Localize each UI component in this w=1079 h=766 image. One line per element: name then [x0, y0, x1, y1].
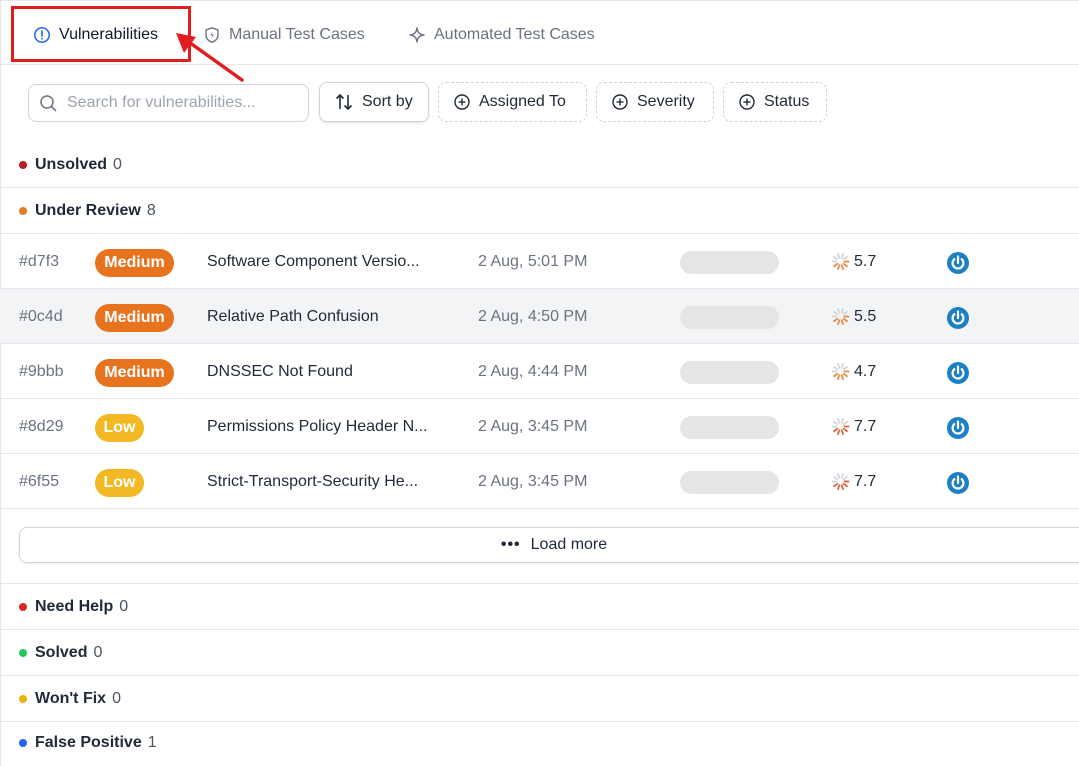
- score: 7.7: [831, 417, 876, 436]
- tab-label: Manual Test Cases: [229, 26, 365, 43]
- table-row[interactable]: #6f55 Low Strict-Transport-Security He..…: [0, 454, 1079, 509]
- filter-severity-button[interactable]: Severity: [596, 82, 714, 122]
- score-value: 5.7: [854, 252, 877, 270]
- assignee-placeholder[interactable]: [680, 251, 779, 274]
- severity-badge: Medium: [95, 359, 174, 387]
- vuln-id: #8d29: [19, 418, 64, 435]
- vuln-title[interactable]: Strict-Transport-Security He...: [207, 473, 443, 491]
- vuln-title[interactable]: Permissions Policy Header N...: [207, 418, 443, 436]
- table-row[interactable]: #9bbb Medium DNSSEC Not Found 2 Aug, 4:4…: [0, 344, 1079, 399]
- score-spinner-icon: [831, 472, 850, 491]
- score-value: 5.5: [854, 307, 877, 325]
- vuln-id: #d7f3: [19, 253, 60, 270]
- status-dot: [19, 206, 27, 215]
- plus-circle-icon: [739, 94, 755, 110]
- group-count: 0: [93, 643, 103, 661]
- group-count: 0: [113, 155, 122, 173]
- table-row[interactable]: #8d29 Low Permissions Policy Header N...…: [0, 399, 1079, 454]
- status-dot: [19, 739, 27, 747]
- search-input[interactable]: [65, 93, 299, 113]
- annotation-arrow: [176, 33, 244, 82]
- filter-label: Status: [764, 93, 810, 110]
- vuln-date: 2 Aug, 3:45 PM: [478, 473, 588, 490]
- power-icon[interactable]: [946, 306, 970, 335]
- plus-circle-icon: [612, 94, 628, 110]
- assignee-placeholder[interactable]: [680, 416, 779, 439]
- assignee-placeholder[interactable]: [680, 306, 779, 329]
- search-box[interactable]: [28, 84, 309, 122]
- group-unsolved[interactable]: Unsolved 0: [0, 142, 1079, 188]
- score-value: 7.7: [854, 472, 877, 490]
- score-value: 4.7: [854, 362, 877, 380]
- score: 4.7: [831, 362, 876, 381]
- assignee-placeholder[interactable]: [680, 361, 779, 384]
- more-horizontal-icon: •••: [500, 536, 521, 553]
- status-dot: [19, 694, 27, 703]
- power-icon[interactable]: [946, 471, 970, 500]
- table-row[interactable]: #d7f3 Medium Software Component Versio..…: [0, 234, 1079, 289]
- group-false-positive[interactable]: False Positive 1: [0, 720, 1079, 766]
- group-name: Need Help: [35, 597, 114, 615]
- assignee-placeholder[interactable]: [680, 471, 779, 494]
- vuln-id: #0c4d: [19, 308, 63, 325]
- group-name: Unsolved: [35, 155, 108, 173]
- vuln-date: 2 Aug, 3:45 PM: [478, 418, 588, 435]
- vuln-id: #9bbb: [19, 363, 64, 380]
- score-value: 7.7: [854, 417, 877, 435]
- group-count: 1: [147, 734, 157, 751]
- vuln-date: 2 Aug, 5:01 PM: [478, 253, 588, 270]
- load-more-label: Load more: [530, 536, 608, 553]
- filter-label: Assigned To: [479, 93, 566, 110]
- score: 5.5: [831, 307, 876, 326]
- severity-badge: Medium: [95, 304, 174, 332]
- power-icon[interactable]: [946, 416, 970, 445]
- filter-label: Severity: [637, 93, 695, 110]
- status-dot: [19, 160, 27, 169]
- group-name: Won't Fix: [35, 689, 107, 707]
- group-need-help[interactable]: Need Help 0: [0, 584, 1079, 630]
- power-icon[interactable]: [946, 361, 970, 390]
- search-icon: [40, 95, 57, 112]
- filter-assigned-to-button[interactable]: Assigned To: [438, 82, 587, 122]
- vuln-title[interactable]: Relative Path Confusion: [207, 308, 443, 326]
- group-solved[interactable]: Solved 0: [0, 630, 1079, 676]
- group-under-review[interactable]: Under Review 8: [0, 188, 1079, 234]
- score-spinner-icon: [831, 362, 850, 381]
- score-spinner-icon: [831, 307, 850, 326]
- load-more-button[interactable]: ••• Load more: [19, 527, 1079, 563]
- group-name: Solved: [35, 643, 88, 661]
- tab-label: Automated Test Cases: [434, 26, 595, 43]
- score: 7.7: [831, 472, 876, 491]
- vuln-date: 2 Aug, 4:50 PM: [478, 308, 588, 325]
- sort-arrows-icon: [335, 93, 353, 111]
- vuln-title[interactable]: DNSSEC Not Found: [207, 363, 443, 381]
- status-dot: [19, 602, 27, 611]
- plus-circle-icon: [454, 94, 470, 110]
- vuln-title[interactable]: Software Component Versio...: [207, 253, 443, 271]
- group-name: False Positive: [35, 734, 142, 751]
- tab-automated-test-cases[interactable]: Automated Test Cases: [408, 20, 595, 50]
- sparkle-icon: [409, 27, 425, 43]
- score: 5.7: [831, 252, 876, 271]
- group-count: 8: [146, 201, 156, 219]
- severity-badge: Medium: [95, 249, 174, 277]
- sort-by-button[interactable]: Sort by: [319, 82, 429, 122]
- score-spinner-icon: [831, 252, 850, 271]
- sort-label: Sort by: [362, 93, 413, 110]
- severity-badge: Low: [95, 469, 144, 497]
- filter-status-button[interactable]: Status: [723, 82, 827, 122]
- power-icon[interactable]: [946, 251, 970, 280]
- status-dot: [19, 648, 27, 657]
- annotation-highlight-box: [11, 6, 191, 62]
- group-count: 0: [112, 689, 121, 707]
- score-spinner-icon: [831, 417, 850, 436]
- vuln-date: 2 Aug, 4:44 PM: [478, 363, 588, 380]
- vuln-id: #6f55: [19, 473, 60, 490]
- group-wont-fix[interactable]: Won't Fix 0: [0, 676, 1079, 722]
- group-count: 0: [119, 597, 129, 615]
- table-row[interactable]: #0c4d Medium Relative Path Confusion 2 A…: [0, 289, 1079, 344]
- severity-badge: Low: [95, 414, 144, 442]
- group-name: Under Review: [35, 201, 141, 219]
